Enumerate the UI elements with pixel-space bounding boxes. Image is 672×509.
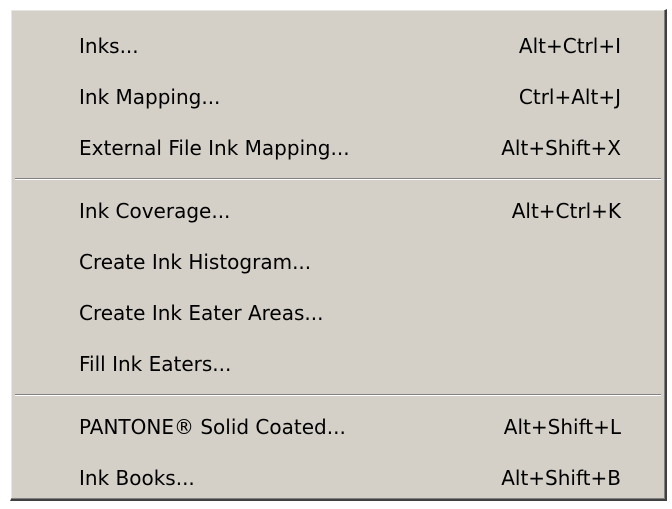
menu-item-label: Create Ink Histogram... [79,249,312,274]
menu-item-create-ink-eater-areas[interactable]: Create Ink Eater Areas... [11,287,665,338]
menu-item-label: Ink Coverage... [79,198,231,223]
menu-item-ink-coverage[interactable]: Ink Coverage... Alt+Ctrl+K [11,185,665,236]
menu-item-label: External File Ink Mapping... [79,135,350,160]
menu-item-external-file-ink-mapping[interactable]: External File Ink Mapping... Alt+Shift+X [11,122,665,173]
menu-item-label: Ink Mapping... [79,84,221,109]
menu-item-shortcut: Ctrl+Alt+J [518,84,621,109]
menu-item-shortcut: Alt+Shift+X [501,135,621,160]
menu-item-pantone-solid-coated[interactable]: PANTONE® Solid Coated... Alt+Shift+L [11,401,665,452]
menu-item-label: Ink Books... [79,465,195,490]
menu-item-ink-books[interactable]: Ink Books... Alt+Shift+B [11,452,665,503]
menu-item-shortcut: Alt+Shift+B [501,465,621,490]
menu-item-label: Inks... [79,33,139,58]
menu-item-shortcut: Alt+Shift+L [503,414,621,439]
menu-item-label: PANTONE® Solid Coated... [79,414,346,439]
menu-separator [11,389,665,401]
menu-separator [11,173,665,185]
menu-item-shortcut: Alt+Ctrl+I [518,33,621,58]
menu-item-label: Fill Ink Eaters... [79,351,232,376]
menu-item-shortcut: Alt+Ctrl+K [511,198,621,223]
context-menu: Inks... Alt+Ctrl+I Ink Mapping... Ctrl+A… [10,9,667,501]
menu-item-fill-ink-eaters[interactable]: Fill Ink Eaters... [11,338,665,389]
menu-item-ink-mapping[interactable]: Ink Mapping... Ctrl+Alt+J [11,71,665,122]
menu-item-label: Create Ink Eater Areas... [79,300,324,325]
menu-item-create-ink-histogram[interactable]: Create Ink Histogram... [11,236,665,287]
menu-item-inks[interactable]: Inks... Alt+Ctrl+I [11,20,665,71]
